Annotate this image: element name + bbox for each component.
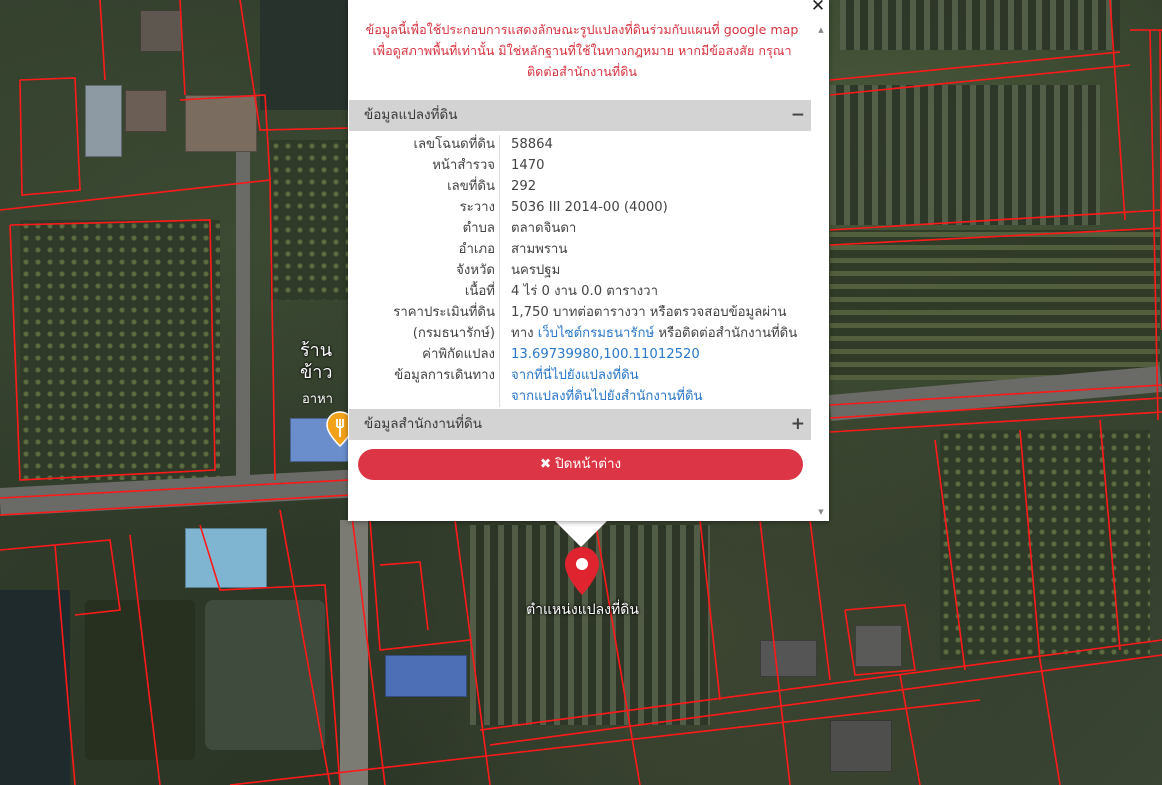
scroll-up-arrow-icon[interactable]: ▲ [816, 26, 826, 34]
field-label: ข้อมูลการเดินทาง [394, 368, 495, 383]
field-value: สามพราน [511, 242, 568, 257]
disclaimer-line: ติดต่อสำนักงานที่ดิน [526, 64, 637, 79]
info-row-price-source: (กรมธนารักษ์) ทาง เว็บไซต์กรมธนารักษ์ หร… [349, 323, 811, 344]
disclaimer-line: เพื่อดูสภาพพื้นที่เท่านั้น มิใช่หลักฐานท… [372, 43, 792, 58]
info-row-deed: เลขโฉนดที่ดิน 58864 [349, 134, 811, 155]
disclaimer-text: ข้อมูลนี้เพื่อใช้ประกอบการแสดงลักษณะรูปแ… [348, 19, 816, 82]
marker-label: ตำแหน่งแปลงที่ดิน [526, 602, 639, 618]
collapse-icon[interactable]: − [791, 100, 805, 131]
directions-to-office-link[interactable]: จากแปลงที่ดินไปยังสำนักงานที่ดิน [511, 386, 703, 407]
directions-to-parcel-link[interactable]: จากที่นี่ไปยังแปลงที่ดิน [511, 365, 639, 386]
treasury-website-link[interactable]: เว็บไซต์กรมธนารักษ์ [538, 326, 654, 341]
field-value: 1470 [511, 158, 545, 173]
field-label: เลขโฉนดที่ดิน [413, 137, 495, 152]
info-row-coords: ค่าพิกัดแปลง 13.69739980,100.11012520 [349, 344, 811, 365]
info-row-land-no: เลขที่ดิน 292 [349, 176, 811, 197]
field-label: ระวาง [459, 200, 495, 215]
field-value: 1,750 บาทต่อตารางวา หรือตรวจสอบข้อมูลผ่า… [511, 305, 787, 320]
scroll-down-arrow-icon[interactable]: ▼ [816, 508, 826, 516]
field-value: ตลาดจินดา [511, 221, 577, 236]
info-row-area: เนื้อที่ 4 ไร่ 0 งาน 0.0 ตารางวา [349, 281, 811, 302]
poi-label: ร้าน ข้าว [300, 340, 333, 384]
poi-label-line: ข้าว [300, 362, 333, 383]
info-row-district: อำเภอ สามพราน [349, 239, 811, 260]
expand-icon[interactable]: + [791, 409, 805, 440]
field-value: นครปฐม [511, 263, 561, 278]
info-row-province: จังหวัด นครปฐม [349, 260, 811, 281]
land-info-section-header[interactable]: ข้อมูลแปลงที่ดิน − [349, 100, 811, 131]
field-value: ทาง เว็บไซต์กรมธนารักษ์ หรือติดต่อสำนักง… [511, 323, 797, 344]
section-title: ข้อมูลสำนักงานที่ดิน [364, 416, 483, 432]
field-value: 292 [511, 179, 537, 194]
field-label: (กรมธนารักษ์) [412, 326, 495, 341]
info-row-price: ราคาประเมินที่ดิน 1,750 บาทต่อตารางวา หร… [349, 302, 811, 323]
info-row-directions: ข้อมูลการเดินทาง จากที่นี่ไปยังแปลงที่ดิ… [349, 365, 811, 386]
info-row-map-sheet: ระวาง 5036 III 2014-00 (4000) [349, 197, 811, 218]
section-title: ข้อมูลแปลงที่ดิน [364, 107, 458, 123]
info-row-directions-2: จากแปลงที่ดินไปยังสำนักงานที่ดิน [349, 386, 811, 407]
poi-label-line: ร้าน [300, 340, 333, 361]
close-icon: ✖ [539, 456, 552, 472]
field-label: เนื้อที่ [464, 284, 495, 299]
info-row-subdistrict: ตำบล ตลาดจินดา [349, 218, 811, 239]
land-info-popup: ข้อมูลนี้เพื่อใช้ประกอบการแสดงลักษณะรูปแ… [348, 0, 829, 521]
field-label: ค่าพิกัดแปลง [422, 347, 495, 362]
field-label: เลขที่ดิน [447, 179, 495, 194]
popup-close-icon[interactable]: ✕ [808, 0, 828, 16]
text: หรือติดต่อสำนักงานที่ดิน [654, 326, 798, 341]
disclaimer-line: ข้อมูลนี้เพื่อใช้ประกอบการแสดงลักษณะรูปแ… [365, 22, 799, 37]
field-value: 4 ไร่ 0 งาน 0.0 ตารางวา [511, 284, 658, 299]
land-info-table: เลขโฉนดที่ดิน 58864 หน้าสำรวจ 1470 เลขที… [349, 131, 811, 409]
field-label: ตำบล [462, 221, 495, 236]
field-value: 58864 [511, 137, 553, 152]
field-label: จังหวัด [456, 263, 495, 278]
close-window-button[interactable]: ✖ ปิดหน้าต่าง [358, 449, 803, 480]
text: ทาง [511, 326, 538, 341]
coordinates-link[interactable]: 13.69739980,100.11012520 [511, 344, 700, 365]
field-label: ราคาประเมินที่ดิน [393, 305, 495, 320]
info-row-survey-page: หน้าสำรวจ 1470 [349, 155, 811, 176]
land-office-section-header[interactable]: ข้อมูลสำนักงานที่ดิน + [349, 409, 811, 440]
field-label: อำเภอ [458, 242, 495, 257]
parcel-location-marker-icon[interactable] [563, 546, 601, 596]
poi-sublabel: อาหา [302, 392, 333, 407]
close-button-label: ปิดหน้าต่าง [555, 456, 622, 472]
field-label: หน้าสำรวจ [432, 158, 495, 173]
popup-tail [555, 521, 607, 547]
field-value: 5036 III 2014-00 (4000) [511, 200, 668, 215]
